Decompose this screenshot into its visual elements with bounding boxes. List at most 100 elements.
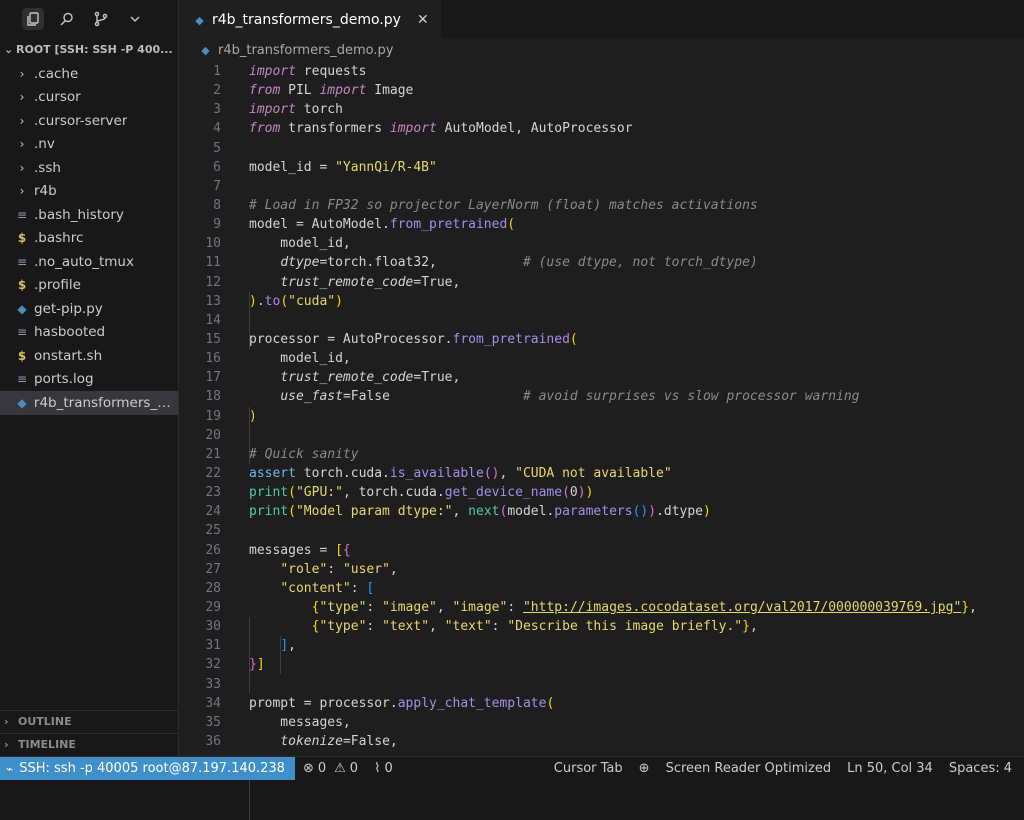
indentation-label: Spaces: 4 bbox=[948, 761, 1012, 776]
tree-item-r4b-transformers-d[interactable]: ◆ r4b_transformers_d... bbox=[0, 391, 178, 415]
code-line[interactable]: 31 ], bbox=[179, 636, 1024, 655]
cursor-tab-button[interactable]: Cursor Tab bbox=[546, 761, 631, 776]
code-line[interactable]: 32}] bbox=[179, 655, 1024, 674]
line-number: 34 bbox=[205, 695, 221, 711]
cursor-position[interactable]: Ln 50, Col 34 bbox=[839, 761, 941, 776]
code-line[interactable]: 29 {"type": "image", "image": "http://im… bbox=[179, 598, 1024, 617]
code-line[interactable]: 19) bbox=[179, 407, 1024, 426]
code-line[interactable]: 8 # Load in FP32 so projector LayerNorm (… bbox=[179, 196, 1024, 215]
code-line[interactable]: 11 dtype=torch.float32, # (use dtype, no… bbox=[179, 253, 1024, 272]
code-token: ( bbox=[507, 217, 516, 233]
source-control-icon[interactable] bbox=[90, 8, 112, 30]
code-line[interactable]: 33 bbox=[179, 675, 1024, 694]
code-token: () bbox=[632, 504, 649, 520]
code-token: () bbox=[483, 465, 500, 481]
dollar-file-icon: $ bbox=[17, 278, 27, 293]
code-token: torch bbox=[295, 102, 343, 118]
remote-label: SSH: ssh -p 40005 root@87.197.140.238 bbox=[19, 761, 285, 776]
code-line[interactable]: 10 model_id, bbox=[179, 234, 1024, 253]
code-line[interactable]: 36 tokenize=False, bbox=[179, 732, 1024, 751]
indent-guide bbox=[280, 636, 281, 674]
tree-item-onstart-sh[interactable]: $ onstart.sh bbox=[0, 344, 178, 368]
indentation-button[interactable]: Spaces: 4 bbox=[941, 761, 1024, 776]
code-line[interactable]: 17 trust_remote_code=True, bbox=[179, 368, 1024, 387]
code-line[interactable]: 1 import requests bbox=[179, 62, 1024, 81]
code-text: prompt = processor.apply_chat_template( bbox=[249, 694, 554, 713]
dollar-file-icon: $ bbox=[17, 231, 27, 246]
close-icon[interactable]: ✕ bbox=[417, 12, 429, 28]
tree-item-get-pip-py[interactable]: ◆ get-pip.py bbox=[0, 297, 178, 321]
code-line[interactable]: 7 bbox=[179, 177, 1024, 196]
code-line[interactable]: 23 print("GPU:", torch.cuda.get_device_na… bbox=[179, 483, 1024, 502]
code-line[interactable]: 13).to("cuda") bbox=[179, 292, 1024, 311]
tree-item-label: .bashrc bbox=[34, 230, 84, 247]
code-line[interactable]: 24 print("Model param dtype:", next(model… bbox=[179, 502, 1024, 521]
line-number: 20 bbox=[205, 427, 221, 443]
tree-item-profile[interactable]: $ .profile bbox=[0, 274, 178, 298]
tree-item-hasbooted[interactable]: ≡ hasbooted bbox=[0, 321, 178, 345]
files-icon[interactable] bbox=[22, 8, 44, 30]
code-line[interactable]: 22 assert torch.cuda.is_available(), "CUD… bbox=[179, 464, 1024, 483]
code-line[interactable]: 4 from transformers import AutoModel, Aut… bbox=[179, 119, 1024, 138]
code-line[interactable]: 6 model_id = "YannQi/R-4B" bbox=[179, 158, 1024, 177]
tree-item-bashrc[interactable]: $ .bashrc bbox=[0, 227, 178, 251]
tree-item-ssh[interactable]: › .ssh bbox=[0, 156, 178, 180]
code-text: model_id, bbox=[249, 234, 350, 253]
code-token: messages, bbox=[249, 714, 351, 730]
outline-section[interactable]: › OUTLINE bbox=[0, 710, 178, 732]
tab-r4b-transformers-demo[interactable]: ◆ r4b_transformers_demo.py ✕ bbox=[179, 0, 441, 39]
code-line[interactable]: 35 messages, bbox=[179, 713, 1024, 732]
code-line[interactable]: 14 bbox=[179, 311, 1024, 330]
chevron-down-icon[interactable] bbox=[124, 8, 146, 30]
ports-indicator[interactable]: ⌇ 0 bbox=[366, 761, 401, 776]
code-line[interactable]: 34 prompt = processor.apply_chat_template… bbox=[179, 694, 1024, 713]
tree-item-cursor[interactable]: › .cursor bbox=[0, 86, 178, 110]
code-line[interactable]: 12 trust_remote_code=True, bbox=[179, 273, 1024, 292]
tree-item-bash-history[interactable]: ≡ .bash_history bbox=[0, 203, 178, 227]
code-token: "text" bbox=[382, 619, 430, 635]
zoom-icon[interactable]: ⊕ bbox=[631, 761, 658, 776]
explorer-root-title[interactable]: ⌄ ROOT [SSH: SSH -P 400... bbox=[0, 38, 178, 62]
tree-item-nv[interactable]: › .nv bbox=[0, 133, 178, 157]
code-line[interactable]: 18 use_fast=False # avoid surprises vs s… bbox=[179, 387, 1024, 406]
tree-item-no-auto-tmux[interactable]: ≡ .no_auto_tmux bbox=[0, 250, 178, 274]
code-line[interactable]: 30 {"type": "text", "text": "Describe th… bbox=[179, 617, 1024, 636]
tree-item-label: .nv bbox=[34, 136, 55, 153]
breadcrumb-file[interactable]: r4b_transformers_demo.py bbox=[218, 43, 393, 58]
code-line[interactable]: 16 model_id, bbox=[179, 349, 1024, 368]
code-line[interactable]: 9 model = AutoModel.from_pretrained( bbox=[179, 215, 1024, 234]
code-line[interactable]: 3 import torch bbox=[179, 100, 1024, 119]
problems-indicator[interactable]: ⊗ 0 ⚠ 0 bbox=[295, 761, 366, 776]
chevron-right-icon: › bbox=[4, 738, 9, 751]
remote-indicator[interactable]: ⌁ SSH: ssh -p 40005 root@87.197.140.238 bbox=[0, 757, 295, 780]
code-line[interactable]: 5 bbox=[179, 139, 1024, 158]
code-token: =False, bbox=[342, 733, 398, 749]
timeline-section[interactable]: › TIMELINE bbox=[0, 733, 178, 755]
code-line[interactable]: 15 processor = AutoProcessor.from_pretrai… bbox=[179, 330, 1024, 349]
code-line[interactable]: 21 # Quick sanity bbox=[179, 445, 1024, 464]
tree-item-cursor-server[interactable]: › .cursor-server bbox=[0, 109, 178, 133]
code-line[interactable]: 27 "role": "user", bbox=[179, 560, 1024, 579]
line-number: 26 bbox=[205, 542, 221, 558]
search-icon[interactable] bbox=[56, 8, 78, 30]
code-editor[interactable]: 1 import requests 2 from PIL import Image 3 i… bbox=[179, 62, 1024, 820]
code-line[interactable]: 28 "content": [ bbox=[179, 579, 1024, 598]
code-token: "Describe this image briefly." bbox=[507, 619, 743, 635]
code-token: assert bbox=[249, 465, 296, 481]
tree-item-label: ports.log bbox=[34, 371, 94, 388]
code-token: "Model param dtype:" bbox=[295, 504, 453, 520]
code-line[interactable]: 20 bbox=[179, 426, 1024, 445]
tree-item-ports-log[interactable]: ≡ ports.log bbox=[0, 368, 178, 392]
code-line[interactable]: 26 messages = [{ bbox=[179, 541, 1024, 560]
python-file-icon: ◆ bbox=[17, 395, 27, 410]
tree-item-r4b[interactable]: › r4b bbox=[0, 180, 178, 204]
screen-reader-button[interactable]: Screen Reader Optimized bbox=[658, 761, 840, 776]
breadcrumb[interactable]: ◆ r4b_transformers_demo.py bbox=[179, 38, 1024, 62]
tab-label: r4b_transformers_demo.py bbox=[212, 12, 401, 28]
code-token: "type" bbox=[319, 619, 367, 635]
tree-item-cache[interactable]: › .cache bbox=[0, 62, 178, 86]
code-line[interactable]: 2 from PIL import Image bbox=[179, 81, 1024, 100]
code-line[interactable]: 25 bbox=[179, 521, 1024, 540]
